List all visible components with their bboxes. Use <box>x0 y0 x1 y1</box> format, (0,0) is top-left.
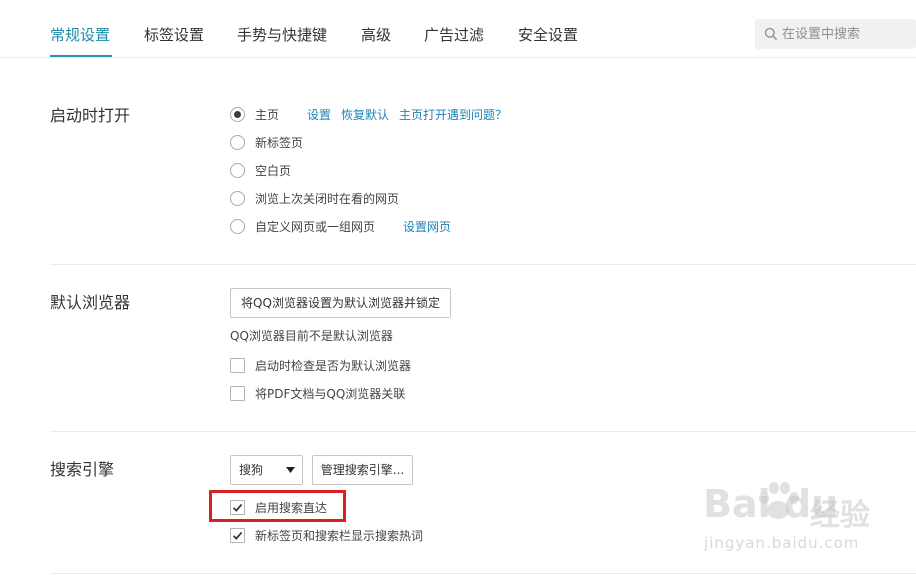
tab-advanced[interactable]: 高级 <box>361 25 391 45</box>
startup-option-homepage[interactable]: 主页 设置 恢复默认 主页打开遇到问题？ <box>230 105 507 123</box>
homepage-problem-link[interactable]: 主页打开遇到问题？ <box>399 106 507 123</box>
radio-custom-pages[interactable] <box>230 218 245 234</box>
search-engine-selected: 搜狗 <box>239 463 264 477</box>
option-label: 新标签页 <box>255 135 304 150</box>
checkbox-label: 启动时检查是否为默认浏览器 <box>255 358 412 373</box>
tab-tabs[interactable]: 标签设置 <box>144 25 204 45</box>
tab-security[interactable]: 安全设置 <box>518 25 578 45</box>
radio-last-session[interactable] <box>230 190 245 206</box>
section-divider <box>50 431 916 432</box>
radio-homepage[interactable] <box>230 106 245 122</box>
associate-pdf-row[interactable]: 将PDF文档与QQ浏览器关联 <box>230 384 405 402</box>
paw-icon <box>759 482 799 519</box>
watermark-url: jingyan.baidu.com <box>704 534 860 552</box>
checkbox-associate-pdf[interactable] <box>230 385 245 401</box>
red-highlight-box <box>209 490 346 522</box>
startup-option-custom-pages[interactable]: 自定义网页或一组网页 设置网页 <box>230 217 451 235</box>
radio-blank-page[interactable] <box>230 162 245 178</box>
checkbox-check-default[interactable] <box>230 357 245 373</box>
show-hot-words-row[interactable]: 新标签页和搜索栏显示搜索热词 <box>230 526 423 544</box>
option-label: 空白页 <box>255 163 292 178</box>
option-label: 主页 <box>255 107 280 122</box>
search-engine-select[interactable]: 搜狗 <box>230 455 303 485</box>
watermark-cn: 经验 <box>810 498 870 533</box>
tab-gestures-shortcuts[interactable]: 手势与快捷键 <box>237 25 327 45</box>
option-label: 浏览上次关闭时在看的网页 <box>255 191 400 206</box>
startup-option-blank-page[interactable]: 空白页 <box>230 161 291 179</box>
baidu-jingyan-watermark: Bai du 经验 jingyan.baidu.com <box>700 478 900 578</box>
option-label: 自定义网页或一组网页 <box>255 219 376 234</box>
search-icon <box>764 27 778 41</box>
startup-option-last-session[interactable]: 浏览上次关闭时在看的网页 <box>230 189 399 207</box>
section-title-default-browser: 默认浏览器 <box>50 293 131 312</box>
chevron-down-icon <box>286 467 295 473</box>
settings-search-input[interactable] <box>782 19 912 49</box>
radio-new-tab[interactable] <box>230 134 245 150</box>
tab-general[interactable]: 常规设置 <box>50 25 110 45</box>
manage-search-engines-button[interactable]: 管理搜索引擎... <box>312 455 413 485</box>
homepage-settings-link[interactable]: 设置 <box>307 106 331 123</box>
section-divider <box>50 264 916 265</box>
checkbox-label: 新标签页和搜索栏显示搜索热词 <box>255 528 424 543</box>
settings-tab-bar: 常规设置 标签设置 手势与快捷键 高级 广告过滤 安全设置 <box>0 0 916 58</box>
tab-bar-divider <box>0 57 916 58</box>
set-default-browser-button[interactable]: 将QQ浏览器设置为默认浏览器并锁定 <box>230 288 451 318</box>
blank-area <box>604 16 748 50</box>
tab-ad-filter[interactable]: 广告过滤 <box>424 25 484 45</box>
checkbox-label: 将PDF文档与QQ浏览器关联 <box>255 386 406 401</box>
section-title-startup: 启动时打开 <box>50 106 131 125</box>
check-default-on-startup-row[interactable]: 启动时检查是否为默认浏览器 <box>230 356 411 374</box>
settings-search-box[interactable] <box>755 19 916 49</box>
checkbox-hot-words[interactable] <box>230 527 245 543</box>
startup-option-new-tab[interactable]: 新标签页 <box>230 133 303 151</box>
set-pages-link[interactable]: 设置网页 <box>403 218 451 235</box>
section-title-search-engine: 搜索引擎 <box>50 460 115 479</box>
restore-default-link[interactable]: 恢复默认 <box>341 106 389 123</box>
default-browser-status: QQ浏览器目前不是默认浏览器 <box>230 329 393 343</box>
checkmark-icon <box>232 531 243 540</box>
